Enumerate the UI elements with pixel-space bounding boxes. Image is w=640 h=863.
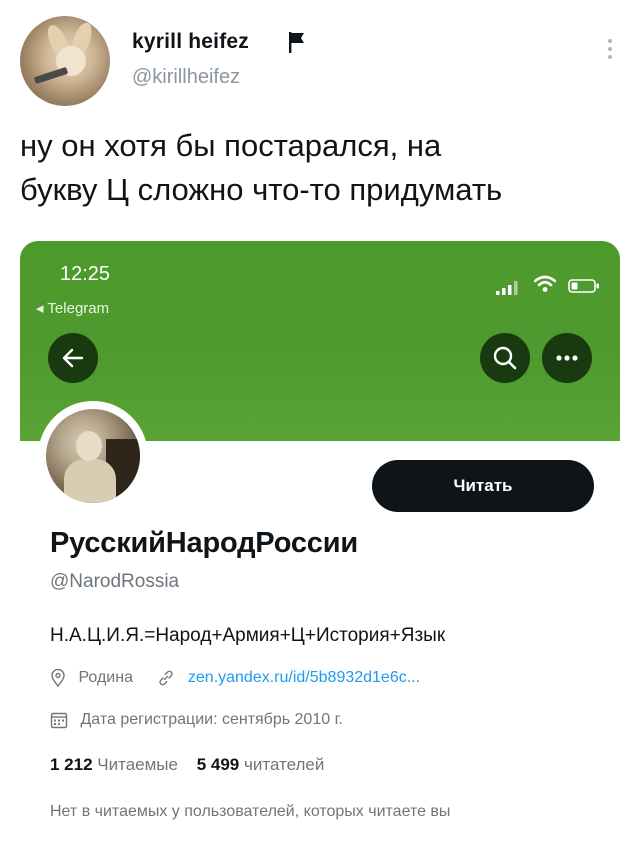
tweet-text: ну он хотя бы постарался, на букву Ц сло… (20, 124, 620, 212)
follow-stats: 1 212 Читаемые 5 499 читателей (50, 755, 338, 775)
status-time: 12:25 (60, 263, 111, 285)
tweet-text-line: букву Ц сложно что-то придумать (20, 172, 503, 207)
author-avatar[interactable] (20, 16, 110, 106)
profile-link[interactable]: zen.yandex.ru/id/5b8932d1e6c... (188, 669, 420, 686)
search-button[interactable] (480, 333, 530, 383)
wifi-icon (534, 275, 556, 292)
profile-bio: Н.А.Ц.И.Я.=Народ+Армия+Ц+История+Язык (50, 625, 446, 646)
back-arrow-icon (62, 348, 84, 368)
followers-label: читателей (244, 755, 325, 774)
profile-avatar[interactable] (38, 401, 148, 511)
link-icon (159, 670, 174, 686)
tweet-header: kyrill heifez @kirillheifez (20, 16, 620, 108)
tweet-text-line: ну он хотя бы постарался, на (20, 128, 442, 163)
following-count: 1 212 (50, 755, 93, 774)
attached-screenshot[interactable]: 12:25 ◂ Telegram Читать РусскийНародРосс… (20, 241, 620, 863)
profile-display-name: РусскийНародРоссии (50, 527, 358, 559)
more-vertical-icon[interactable] (602, 36, 618, 66)
back-button[interactable] (48, 333, 98, 383)
profile-meta-joined-row: Дата регистрации: сентябрь 2010 г. (50, 711, 343, 729)
location-pin-icon (51, 669, 65, 687)
profile-joined-date: Дата регистрации: сентябрь 2010 г. (80, 711, 343, 729)
profile-username: @NarodRossia (50, 571, 180, 592)
more-horizontal-icon (556, 355, 578, 361)
follow-button[interactable]: Читать (372, 460, 594, 512)
search-icon (493, 346, 517, 370)
following-stat[interactable]: 1 212 Читаемые (50, 755, 178, 775)
author-name[interactable]: kyrill heifez (132, 30, 249, 54)
back-to-telegram-link[interactable]: ◂ Telegram (36, 299, 109, 317)
mutual-followers-note: Нет в читаемых у пользователей, которых … (50, 803, 451, 820)
flag-icon (289, 32, 304, 53)
signal-icon (496, 281, 518, 295)
author-handle[interactable]: @kirillheifez (132, 66, 240, 89)
profile-meta-location-row: Родина zen.yandex.ru/id/5b8932d1e6c... (50, 669, 420, 687)
followers-count: 5 499 (196, 755, 240, 774)
profile-location: Родина (78, 669, 133, 687)
battery-icon (568, 279, 599, 293)
following-label: Читаемые (97, 755, 178, 774)
calendar-icon (50, 712, 68, 729)
followers-stat[interactable]: 5 499 читателей (197, 755, 325, 775)
more-options-button[interactable] (542, 333, 592, 383)
